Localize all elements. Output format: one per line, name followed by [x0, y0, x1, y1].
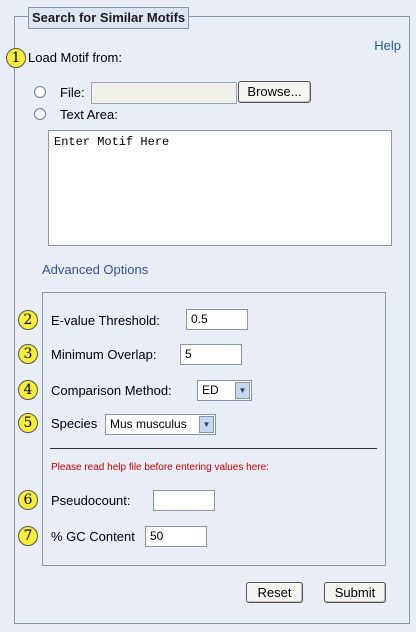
pseudocount-label: Pseudocount: — [51, 493, 131, 508]
divider — [50, 448, 377, 449]
step-5-badge: 5 — [18, 413, 38, 433]
file-radio[interactable] — [34, 86, 46, 98]
evalue-input[interactable]: 0.5 — [186, 309, 248, 330]
motif-textarea[interactable]: Enter Motif Here — [48, 130, 392, 246]
text-area-radio[interactable] — [34, 108, 46, 120]
evalue-label: E-value Threshold: — [51, 313, 160, 328]
file-label: File: — [60, 85, 85, 100]
comparison-method-value: ED — [202, 383, 219, 397]
step-7-badge: 7 — [18, 526, 38, 546]
gc-content-input[interactable]: 50 — [145, 526, 207, 547]
species-label: Species — [51, 416, 98, 431]
step-2-badge: 2 — [18, 310, 38, 330]
text-area-label: Text Area: — [60, 107, 118, 122]
file-path-input[interactable] — [91, 82, 237, 104]
submit-button[interactable]: Submit — [324, 582, 386, 603]
load-motif-label: Load Motif from: — [28, 50, 122, 65]
reset-button[interactable]: Reset — [246, 582, 303, 603]
pseudocount-input[interactable] — [153, 490, 215, 511]
help-link[interactable]: Help — [374, 38, 401, 53]
chevron-down-icon: ▼ — [199, 416, 214, 433]
browse-button[interactable]: Browse... — [238, 81, 311, 103]
chevron-down-icon: ▼ — [235, 382, 250, 399]
comparison-method-label: Comparison Method: — [51, 383, 172, 398]
step-4-badge: 4 — [18, 380, 38, 400]
help-warning: Please read help file before entering va… — [51, 462, 269, 473]
step-6-badge: 6 — [18, 490, 38, 510]
species-select[interactable]: Mus musculus ▼ — [105, 414, 216, 435]
form-legend: Search for Similar Motifs — [28, 7, 190, 29]
step-1-badge: 1 — [6, 48, 26, 68]
overlap-label: Minimum Overlap: — [51, 347, 157, 362]
overlap-input[interactable]: 5 — [180, 344, 242, 365]
comparison-method-select[interactable]: ED ▼ — [197, 380, 252, 401]
species-value: Mus musculus — [110, 417, 187, 431]
advanced-options-link[interactable]: Advanced Options — [42, 262, 148, 277]
step-3-badge: 3 — [18, 344, 38, 364]
gc-content-label: % GC Content — [51, 529, 135, 544]
